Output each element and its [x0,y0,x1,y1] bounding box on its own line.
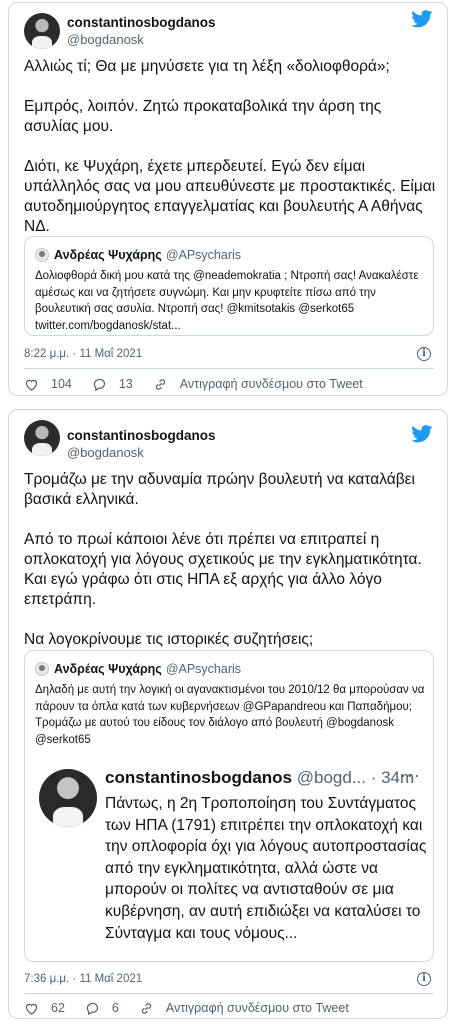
tweet-actions: 62 6 Αντιγραφή συνδέσμου στο Tweet [24,998,369,1018]
quoted-tweet-text: Δολιοφθορά δική μου κατά της @neademokra… [35,270,419,332]
like-button[interactable]: 62 [24,1001,65,1016]
reply-button[interactable]: 13 [92,377,133,392]
divider [24,993,434,994]
embedded-tweet-screenshot[interactable]: constantinosbogdanos @bogd... · 34m ··· … [25,761,433,961]
quoted-avatar [35,662,49,676]
copy-link-button[interactable]: Αντιγραφή συνδέσμου στο Tweet [153,377,363,392]
tweet-card[interactable]: constantinosbogdanos @bogdanosk Αλλιώς τ… [8,2,448,396]
comment-icon [93,378,105,391]
tweet-actions: 104 13 Αντιγραφή συνδέσμου στο Tweet [24,374,383,394]
author-name[interactable]: constantinosbogdanos [67,15,216,30]
embedded-tweet-header: constantinosbogdanos @bogd... · 34m [105,768,414,788]
reply-count: 13 [118,377,133,391]
avatar[interactable] [24,420,60,456]
quoted-tweet[interactable]: Ανδρέας Ψυχάρης @APsycharis Δολιοφθορά δ… [24,236,434,336]
like-button[interactable]: 104 [24,377,72,392]
reply-button[interactable]: 6 [85,1001,119,1016]
embedded-avatar [39,769,97,827]
like-count: 62 [51,1001,65,1015]
tweet-card[interactable]: constantinosbogdanos @bogdanosk Τρομάζω … [8,409,448,1019]
twitter-bird-icon[interactable] [411,10,433,28]
tweet-paragraph: Να λογοκρίνουμε τις ιστορικές συζητήσεις… [24,631,314,648]
quoted-avatar [35,248,49,262]
quoted-tweet[interactable]: Ανδρέας Ψυχάρης @APsycharis Δηλαδή με αυ… [24,650,434,962]
tweet-paragraph: Εμπρός, λοιπόν. Ζητώ προκαταβολικά την ά… [24,98,382,135]
heart-icon [25,1003,38,1015]
quoted-author-name: Ανδρέας Ψυχάρης [54,248,162,262]
copy-link-label: Αντιγραφή συνδέσμου στο Tweet [179,377,363,391]
embedded-author-handle: @bogd... [296,768,366,787]
tweet-timestamp[interactable]: 7:36 μ.μ. · 11 Μαΐ 2021 [24,973,142,985]
divider [24,368,434,369]
like-count: 104 [51,377,72,391]
quoted-author-name: Ανδρέας Ψυχάρης [54,662,162,676]
author-handle[interactable]: @bogdanosk [67,32,144,47]
info-icon[interactable]: i [417,972,431,986]
more-options-icon: ··· [400,765,421,785]
tweet-text: Αλλιώς τί; Θα με μηνύσετε για τη λέξη «δ… [24,57,439,237]
embedded-author-name: constantinosbogdanos [105,768,292,787]
quoted-author-handle: @APsycharis [165,662,242,676]
author-name[interactable]: constantinosbogdanos [67,428,216,443]
twitter-bird-icon[interactable] [411,425,433,443]
tweet-paragraph: Τρομάζω με την αδυναμία πρώην βουλευτή ν… [24,471,416,508]
copy-link-button[interactable]: Αντιγραφή συνδέσμου στο Tweet [139,1001,349,1016]
quoted-tweet-header: Ανδρέας Ψυχάρης @APsycharis [35,247,241,263]
author-handle[interactable]: @bogdanosk [67,445,144,460]
link-icon [155,378,165,390]
copy-link-label: Αντιγραφή συνδέσμου στο Tweet [165,1001,349,1015]
info-icon[interactable]: i [417,347,431,361]
avatar[interactable] [24,13,60,49]
heart-icon [25,379,38,391]
comment-icon [86,1002,99,1015]
quoted-tweet-header: Ανδρέας Ψυχάρης @APsycharis [35,661,241,677]
link-icon [141,1002,151,1014]
quoted-tweet-text: Δηλαδή με αυτή την λογική οι αγανακτισμέ… [35,684,425,746]
reply-count: 6 [111,1001,119,1015]
tweet-text: Τρομάζω με την αδυναμία πρώην βουλευτή ν… [24,470,439,650]
tweet-paragraph: Διότι, κε Ψυχάρη, έχετε μπερδευτεί. Εγώ … [24,158,436,235]
tweet-timestamp[interactable]: 8:22 μ.μ. · 11 Μαΐ 2021 [24,348,142,360]
tweet-paragraph: Αλλιώς τί; Θα με μηνύσετε για τη λέξη «δ… [24,58,390,75]
quoted-author-handle: @APsycharis [165,248,242,262]
tweet-paragraph: Από το πρωί κάποιοι λένε ότι πρέπει να ε… [24,531,422,608]
embedded-tweet-text: Πάντως, η 2η Τροποποίηση του Συντάγματος… [105,795,427,942]
